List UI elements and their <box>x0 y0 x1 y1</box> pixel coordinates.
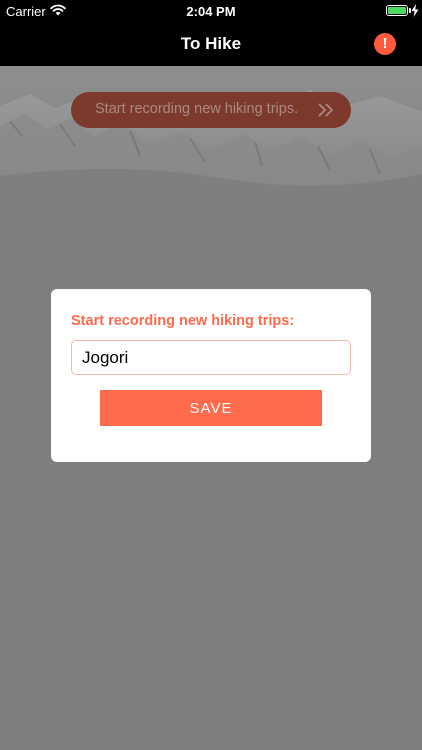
start-recording-banner[interactable]: Start recording new hiking trips. <box>71 92 351 128</box>
double-chevron-right-icon <box>318 103 334 117</box>
navigation-bar: To Hike ! <box>0 22 422 66</box>
mountain-background-image <box>0 66 422 226</box>
save-button[interactable]: SAVE <box>100 390 322 426</box>
battery-icon <box>386 5 408 16</box>
trip-name-input[interactable] <box>71 340 351 375</box>
battery-level <box>388 7 406 14</box>
exclamation-circle-icon[interactable]: ! <box>374 33 396 55</box>
charging-bolt-icon <box>411 4 419 17</box>
status-time: 2:04 PM <box>186 4 236 19</box>
status-bar: Carrier 2:04 PM <box>0 0 422 22</box>
page-title: To Hike <box>180 34 242 53</box>
new-trip-dialog: Start recording new hiking trips: SAVE <box>51 289 371 462</box>
banner-text: Start recording new hiking trips. <box>95 101 299 117</box>
dialog-title: Start recording new hiking trips: <box>71 313 295 329</box>
